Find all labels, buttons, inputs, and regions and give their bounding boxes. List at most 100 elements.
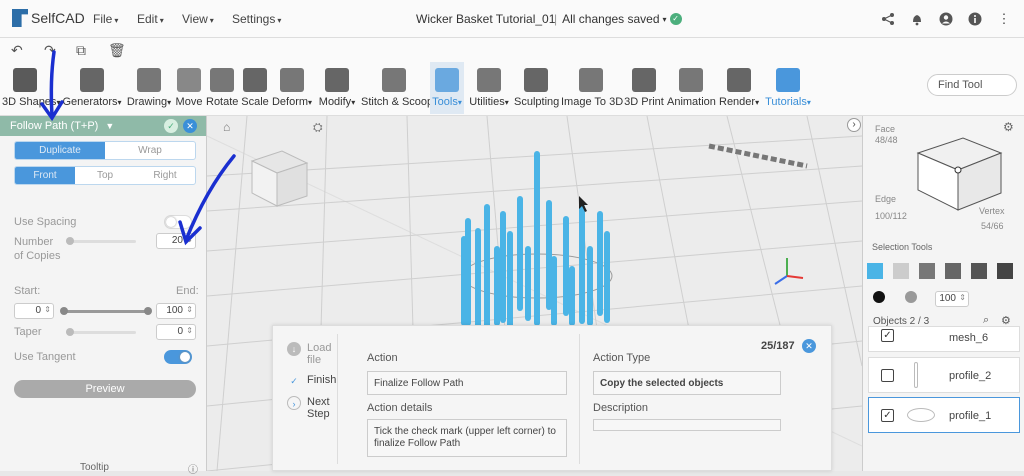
tool-deform[interactable]: Deform — [271, 62, 313, 114]
select-vertex-icon[interactable] — [945, 263, 961, 279]
back-label-graphic — [708, 143, 808, 169]
step-finish[interactable]: ✓ Finish — [287, 374, 336, 388]
gear-icon[interactable]: ⚙ — [1003, 120, 1014, 134]
object-visibility-checkbox[interactable]: ✓ — [881, 329, 894, 342]
info-icon[interactable]: ⓘ — [188, 461, 198, 476]
select-object-icon[interactable] — [867, 263, 883, 279]
share-icon[interactable] — [881, 12, 895, 26]
tool-image-to-3d[interactable]: Image To 3D — [561, 62, 623, 114]
end-input[interactable]: 100 — [156, 303, 196, 319]
range-slider[interactable] — [60, 307, 152, 315]
rod — [563, 216, 569, 316]
tool-animation[interactable]: Animation — [667, 62, 716, 114]
copies-label-line1: Number — [14, 236, 54, 248]
object-row-profile-1[interactable]: ✓ profile_1 — [868, 397, 1020, 433]
tool-render[interactable]: Render — [719, 62, 759, 114]
vertex-count: 54/66 — [981, 221, 1004, 231]
taper-input[interactable]: 0 — [156, 324, 196, 340]
chevron-down-icon[interactable]: ▼ — [105, 121, 114, 131]
brush-size-input[interactable]: 100 — [935, 291, 969, 307]
step-load-file[interactable]: ↓ Load file — [287, 342, 335, 366]
rod — [500, 211, 506, 323]
slider-knob[interactable] — [66, 237, 74, 245]
tool-stitch-scoop[interactable]: Stitch & Scoop — [361, 62, 433, 114]
description-field — [593, 419, 781, 431]
rod — [475, 228, 481, 332]
close-icon[interactable]: ✕ — [802, 339, 816, 353]
brush-soft-icon[interactable] — [905, 291, 917, 303]
tool-3d-print[interactable]: 3D Print — [624, 62, 664, 114]
tooltip-label[interactable]: Tooltip — [80, 462, 109, 473]
info-icon[interactable] — [968, 12, 982, 26]
selection-mode-cube[interactable] — [913, 128, 1003, 213]
document-title[interactable]: Wicker Basket Tutorial_01 — [416, 12, 555, 26]
tutorial-panel: ↓ Load file ✓ Finish › Next Step Action Fin… — [272, 325, 832, 471]
brush-solid-icon[interactable] — [873, 291, 885, 303]
view-mode-icon[interactable]: ⛭ — [313, 120, 323, 135]
more-options-icon[interactable]: ⋮ — [997, 12, 1011, 26]
tool-tools[interactable]: Tools — [430, 62, 464, 114]
rod — [534, 151, 540, 326]
undo-icon[interactable]: ↶ — [11, 42, 23, 59]
menu-file[interactable]: File — [93, 12, 118, 26]
title-separator: | — [554, 12, 558, 26]
step-next[interactable]: › Next Step — [287, 396, 335, 420]
tool-label: Modify — [317, 96, 357, 108]
select-face-icon[interactable] — [893, 263, 909, 279]
copy-icon[interactable]: ⧉ — [76, 42, 86, 59]
taper-label: Taper — [14, 326, 42, 338]
home-icon[interactable]: ⌂ — [223, 120, 230, 134]
select-region-icon[interactable] — [997, 263, 1013, 279]
slider-knob[interactable] — [66, 328, 74, 336]
selection-tools-label: Selection Tools — [872, 242, 933, 252]
tool-drawing[interactable]: Drawing — [125, 62, 173, 114]
mode-duplicate-button[interactable]: Duplicate — [15, 142, 105, 159]
taper-slider[interactable] — [66, 328, 136, 336]
notification-bell-icon[interactable] — [910, 12, 924, 26]
tool-rotate[interactable]: Rotate — [206, 62, 238, 114]
menu-settings[interactable]: Settings — [232, 12, 281, 26]
select-edge-icon[interactable] — [919, 263, 935, 279]
user-account-icon[interactable] — [939, 12, 953, 26]
animation-icon — [679, 68, 703, 92]
view-top-button[interactable]: Top — [75, 167, 135, 184]
find-tool-input[interactable]: Find Tool — [927, 74, 1017, 96]
confirm-check-icon[interactable]: ✓ — [164, 119, 178, 133]
preview-button[interactable]: Preview — [14, 380, 196, 398]
view-front-button[interactable]: Front — [15, 167, 75, 184]
logo-mark-icon — [12, 9, 28, 27]
tool-utilities[interactable]: Utilities — [468, 62, 510, 114]
range-start-knob[interactable] — [60, 307, 68, 315]
start-label: Start: — [14, 285, 41, 297]
tool-label: Tools — [430, 96, 464, 108]
use-tangent-toggle[interactable] — [164, 350, 192, 364]
copies-label-line2: of Copies — [14, 250, 61, 262]
tool-label: Render — [719, 96, 759, 108]
object-row-profile-2[interactable]: profile_2 — [868, 357, 1020, 393]
object-row-mesh-6[interactable]: ✓ mesh_6 — [868, 326, 1020, 352]
tool-scale[interactable]: Scale — [241, 62, 269, 114]
tool-modify[interactable]: Modify — [317, 62, 357, 114]
selfcad-logo[interactable]: SelfCAD — [12, 9, 85, 27]
rotate-icon — [210, 68, 234, 92]
menu-view[interactable]: View — [182, 12, 214, 26]
save-status-text: All changes saved — [562, 12, 660, 26]
range-end-knob[interactable] — [144, 307, 152, 315]
tool-label: Move — [175, 96, 203, 108]
copies-slider[interactable] — [66, 237, 136, 245]
close-icon[interactable]: ✕ — [183, 119, 197, 133]
trash-icon[interactable]: 🗑 — [108, 42, 126, 59]
collapse-right-icon[interactable]: › — [847, 118, 861, 132]
tool-move[interactable]: Move — [175, 62, 203, 114]
tool-sculpting[interactable]: Sculpting — [514, 62, 559, 114]
tool-tutorials[interactable]: Tutorials — [763, 62, 813, 114]
select-loop-icon[interactable] — [971, 263, 987, 279]
object-visibility-checkbox[interactable]: ✓ — [881, 409, 894, 422]
menu-edit[interactable]: Edit — [137, 12, 164, 26]
object-name: mesh_6 — [949, 332, 989, 344]
tool-label: Deform — [271, 96, 313, 108]
tool-generators[interactable]: Generators — [62, 62, 122, 114]
view-cube[interactable] — [250, 150, 309, 207]
start-input[interactable]: 0 — [14, 303, 54, 319]
object-visibility-checkbox[interactable] — [881, 369, 894, 382]
